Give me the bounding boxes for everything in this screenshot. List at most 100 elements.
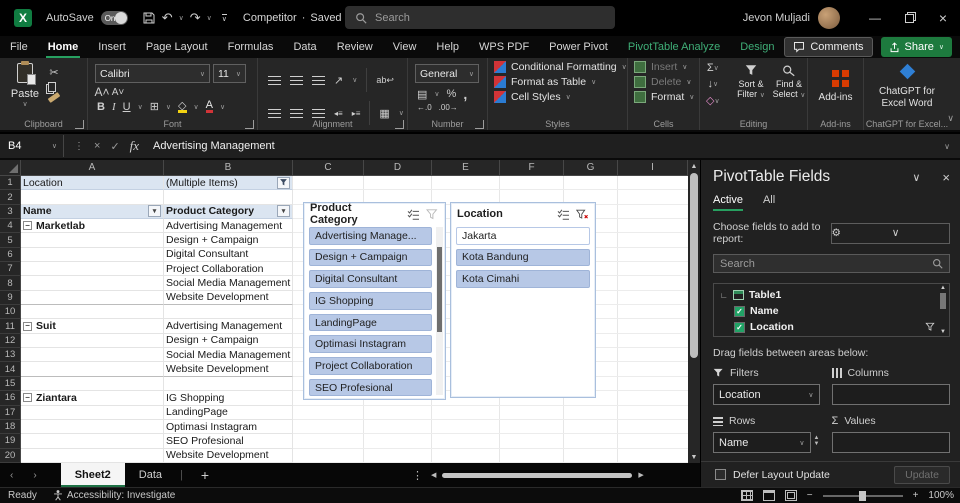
new-sheet-button[interactable]: + xyxy=(201,467,209,483)
autosum-icon[interactable]: Σ ∨ xyxy=(706,62,720,74)
cell-b[interactable]: Advertising Management ▾ xyxy=(164,319,293,334)
cell-a[interactable]: − ▾ xyxy=(21,434,164,449)
cell-a[interactable]: − ▾ xyxy=(21,290,164,306)
row-number[interactable]: 5 xyxy=(0,233,21,248)
field-list-scrollbar[interactable]: ▲ ▼ xyxy=(938,285,948,335)
slicer-item[interactable]: Advertising Manage... xyxy=(309,227,432,245)
checkbox-icon[interactable]: ✓ xyxy=(734,305,745,317)
column-header[interactable]: D xyxy=(364,160,432,175)
fill-color-icon[interactable]: ◇ xyxy=(178,100,187,113)
defer-checkbox[interactable] xyxy=(715,469,726,480)
number-dialog-launcher[interactable] xyxy=(475,120,484,129)
row-number[interactable]: 4 xyxy=(0,219,21,234)
clear-filter-icon[interactable] xyxy=(576,209,589,220)
column-header[interactable]: I xyxy=(618,160,688,175)
cell-a[interactable]: − ▾ xyxy=(21,376,164,392)
row-number[interactable]: 8 xyxy=(0,276,21,291)
grow-font-button[interactable]: A˄ xyxy=(95,85,110,99)
slicer-item[interactable]: Kota Bandung xyxy=(456,248,590,267)
row-number[interactable]: 14 xyxy=(0,362,21,377)
find-select-button[interactable]: Find & Select ∨ xyxy=(772,64,806,101)
row-number[interactable]: 1 xyxy=(0,176,21,191)
slicer-scrollbar[interactable] xyxy=(436,227,443,395)
row-number[interactable]: 2 xyxy=(0,190,21,205)
cells-menu-item[interactable]: Format ∨ xyxy=(634,91,699,103)
chatgpt-button[interactable]: ChatGPT for Excel Word xyxy=(864,63,950,110)
prev-sheet-icon[interactable]: ‹ xyxy=(0,470,23,481)
insert-function-icon[interactable]: fx xyxy=(130,138,139,154)
row-number[interactable]: 6 xyxy=(0,247,21,263)
slicer-item[interactable]: Project Collaboration xyxy=(309,357,432,375)
cell-b[interactable]: Design + Campaign ▾ xyxy=(164,233,293,248)
cell-a[interactable]: − Location ▾ xyxy=(21,176,164,191)
cell-a[interactable]: − ▾ xyxy=(21,262,164,277)
ribbon-tab[interactable]: Help xyxy=(426,36,469,58)
slicer-item[interactable]: Kota Cimahi xyxy=(456,270,590,288)
cell-b[interactable]: Digital Consultant ▾ xyxy=(164,247,293,263)
formula-input[interactable]: Advertising Management xyxy=(153,140,275,152)
ribbon-tab[interactable]: Power Pivot xyxy=(539,36,618,58)
italic-button[interactable]: I xyxy=(112,101,116,113)
row-number[interactable]: 7 xyxy=(0,262,21,277)
page-break-view-icon[interactable] xyxy=(784,490,797,501)
cell-b[interactable]: Design + Campaign ▾ xyxy=(164,333,293,349)
ribbon-tab[interactable]: File xyxy=(0,36,38,58)
copy-icon[interactable] xyxy=(48,82,56,92)
comments-button[interactable]: Comments xyxy=(784,37,873,57)
cell-b[interactable]: ▾ xyxy=(164,190,293,205)
redo-chevron-icon[interactable]: ∨ xyxy=(207,14,212,22)
autosave-toggle[interactable]: On xyxy=(100,11,128,25)
namebox-chevron-icon[interactable]: ∨ xyxy=(52,142,57,150)
cell-b[interactable]: IG Shopping ▾ xyxy=(164,391,293,406)
percent-style-icon[interactable]: % xyxy=(447,88,457,100)
styles-menu-item[interactable]: Conditional Formatting ∨ xyxy=(494,61,627,73)
enter-icon[interactable]: ✓ xyxy=(110,140,119,153)
search-box[interactable]: Search xyxy=(345,6,615,29)
underline-button[interactable]: U xyxy=(123,101,131,113)
avatar[interactable] xyxy=(818,7,840,29)
scrollbar-thumb[interactable] xyxy=(940,293,946,309)
row-number[interactable]: 17 xyxy=(0,405,21,420)
zoom-in-icon[interactable]: + xyxy=(913,490,919,501)
scroll-up-icon[interactable]: ▲ xyxy=(688,160,700,172)
ribbon-tab[interactable]: Page Layout xyxy=(136,36,218,58)
styles-menu-item[interactable]: Cell Styles ∨ xyxy=(494,91,627,103)
share-button[interactable]: Share ∨ xyxy=(880,37,952,57)
update-button[interactable]: Update xyxy=(894,465,950,484)
slicer-item[interactable]: Optimasi Instagram xyxy=(309,335,432,353)
cancel-icon[interactable]: × xyxy=(94,140,100,152)
ribbon-tab[interactable]: WPS PDF xyxy=(469,36,539,58)
columns-dropzone[interactable] xyxy=(831,384,950,405)
chevron-down-icon[interactable]: ∨ xyxy=(808,391,813,399)
chevron-down-icon[interactable]: ∨ xyxy=(799,439,804,447)
zoom-slider-thumb[interactable] xyxy=(858,490,866,501)
column-header[interactable]: A xyxy=(21,160,164,175)
scrollbar-thumb[interactable] xyxy=(690,173,698,358)
align-middle-icon[interactable] xyxy=(290,75,303,85)
filter-funnel-icon[interactable] xyxy=(277,176,290,189)
accessibility-status[interactable]: Accessibility: Investigate xyxy=(53,490,175,501)
cell-a[interactable]: − ▾ xyxy=(21,419,164,435)
rows-field-chip[interactable]: Name ∨ xyxy=(713,432,811,453)
normal-view-icon[interactable] xyxy=(740,490,753,501)
multi-select-icon[interactable] xyxy=(557,208,570,220)
borders-chevron-icon[interactable]: ∨ xyxy=(166,103,171,111)
column-header[interactable]: B xyxy=(164,160,293,175)
table-node[interactable]: ∟ Table1 xyxy=(720,287,935,303)
collapse-icon[interactable]: ∟ xyxy=(720,291,728,300)
cell-a[interactable]: − Ziantara ▾ xyxy=(21,391,164,406)
share-chevron-icon[interactable]: ∨ xyxy=(939,43,944,51)
ribbon-tab[interactable]: Review xyxy=(327,36,383,58)
ribbon-tab[interactable]: Design xyxy=(730,36,784,58)
ribbon-tab[interactable]: Formulas xyxy=(218,36,284,58)
align-bottom-icon[interactable] xyxy=(312,75,325,85)
clipboard-dialog-launcher[interactable] xyxy=(75,120,84,129)
page-layout-view-icon[interactable] xyxy=(762,490,775,501)
field-item[interactable]: ✓ Name xyxy=(720,303,935,319)
align-top-icon[interactable] xyxy=(268,75,281,85)
slicer-item[interactable]: Digital Consultant xyxy=(309,270,432,288)
clear-icon[interactable]: ◇ ∨ xyxy=(706,94,720,107)
column-header[interactable]: G xyxy=(564,160,618,175)
empty-cells[interactable] xyxy=(293,419,688,435)
excel-logo-icon[interactable]: X xyxy=(14,9,32,27)
